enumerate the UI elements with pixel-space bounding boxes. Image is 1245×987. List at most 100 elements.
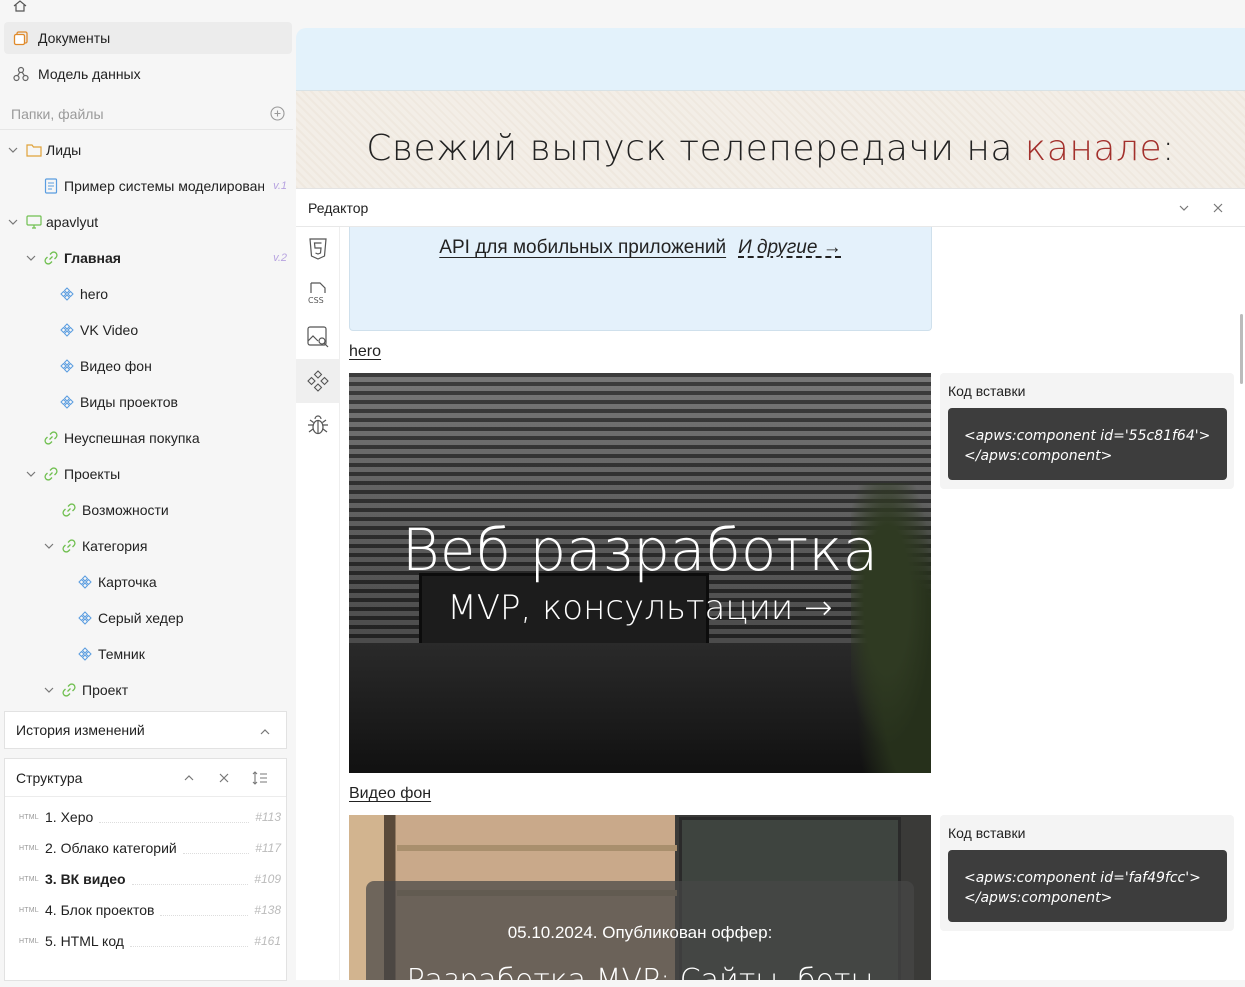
tree-component-hero[interactable]: hero	[60, 277, 108, 311]
tree-page-main[interactable]: Главная	[26, 241, 121, 275]
structure-row-label: 4. Блок проектов	[45, 902, 155, 918]
structure-row-id: #113	[255, 810, 281, 824]
chevron-down-icon[interactable]	[26, 252, 38, 264]
structure-title: Структура	[16, 769, 83, 786]
structure-row-id: #109	[254, 872, 281, 886]
video-bg-component-preview[interactable]: 05.10.2024. Опубликован оффер: Разработк…	[349, 815, 931, 980]
sort-icon[interactable]	[252, 771, 268, 785]
chevron-down-icon[interactable]	[26, 468, 38, 480]
component-title-hero[interactable]: hero	[349, 343, 381, 361]
headline-main: Свежий выпуск телепередачи на	[366, 128, 1025, 169]
tree-component-card[interactable]: Карточка	[78, 565, 157, 599]
tree-doc-example[interactable]: Пример системы моделирования	[44, 169, 288, 203]
chevron-down-icon[interactable]	[8, 144, 20, 156]
embed-code-snippet[interactable]: <apws:component id='55c81f64'></apws:com…	[948, 408, 1227, 480]
nav-documents[interactable]: Документы	[4, 22, 292, 54]
component-icon	[78, 574, 94, 590]
tree-page-failed-purchase[interactable]: Неуспешная покупка	[44, 421, 200, 455]
link-mobile-api[interactable]: API для мобильных приложений	[439, 237, 726, 258]
link-icon	[44, 250, 60, 266]
chevron-down-icon[interactable]	[8, 216, 20, 228]
html5-icon	[309, 238, 327, 260]
debug-tool-button[interactable]	[296, 403, 340, 447]
version-badge: v.1	[273, 180, 287, 192]
preview-headline: Свежий выпуск телепередачи на канале:	[296, 128, 1245, 169]
sidebar: Документы Модель данных Папки, файлы Лид…	[0, 0, 293, 987]
link-icon	[44, 430, 60, 446]
structure-row[interactable]: HTML 5. HTML код #161	[19, 926, 281, 956]
tree-site-apavlyut[interactable]: apavlyut	[8, 205, 98, 239]
tree-label: Серый хедер	[98, 610, 184, 626]
tree-label: Виды проектов	[80, 394, 178, 410]
component-icon	[78, 610, 94, 626]
tree-page-category[interactable]: Категория	[44, 529, 147, 563]
chevron-up-icon[interactable]	[258, 725, 272, 739]
hero-component-preview[interactable]: Веб разработка MVP, консультации →	[349, 373, 931, 773]
editor-title: Редактор	[308, 199, 369, 216]
structure-row[interactable]: HTML 3. ВК видео #109	[19, 864, 281, 894]
tree-component-temnik[interactable]: Темник	[78, 637, 145, 671]
nav-data-model[interactable]: Модель данных	[4, 58, 292, 90]
version-badge: v.2	[273, 252, 287, 264]
close-icon[interactable]	[217, 771, 231, 785]
structure-row[interactable]: HTML 4. Блок проектов #138	[19, 895, 281, 925]
html-tool-button[interactable]	[296, 227, 340, 271]
search-input[interactable]: Папки, файлы	[0, 98, 293, 130]
chevron-up-icon[interactable]	[182, 771, 196, 785]
headline-end: :	[1162, 128, 1175, 169]
component-icon	[60, 322, 76, 338]
documents-icon	[12, 29, 30, 47]
tree-label: hero	[80, 286, 109, 302]
video-date-line: 05.10.2024. Опубликован оффер:	[507, 923, 773, 942]
row-leader	[131, 873, 249, 885]
component-title-video-bg[interactable]: Видео фон	[349, 785, 431, 803]
chevron-down-icon[interactable]	[1177, 201, 1191, 215]
html-tag: HTML	[19, 875, 39, 883]
tree-page-projects[interactable]: Проекты	[26, 457, 120, 491]
add-icon[interactable]	[270, 106, 285, 121]
hero-subheading[interactable]: MVP, консультации →	[349, 588, 931, 628]
tree-label: Проекты	[64, 466, 121, 482]
history-title: История изменений	[16, 722, 145, 738]
structure-row[interactable]: HTML 1. Херо #113	[19, 802, 281, 832]
monitor-icon	[26, 214, 42, 230]
hero-photo-desk	[349, 643, 931, 773]
embed-code-card: Код вставки <apws:component id='faf49fcc…	[940, 815, 1234, 931]
component-icon	[78, 646, 94, 662]
editor-scrollbar[interactable]	[1240, 314, 1243, 384]
svg-text:CSS: CSS	[308, 296, 324, 305]
structure-panel-header[interactable]: Структура	[5, 759, 286, 797]
components-tool-button[interactable]	[296, 359, 340, 403]
link-icon	[62, 538, 78, 554]
history-panel-header[interactable]: История изменений	[4, 711, 287, 749]
css-tool-button[interactable]: CSS	[296, 271, 340, 315]
close-icon[interactable]	[1211, 201, 1225, 215]
tree-component-vk-video[interactable]: VK Video	[60, 313, 138, 347]
editor-content: API для мобильных приложений И другие → h…	[349, 227, 1237, 980]
link-icon	[44, 466, 60, 482]
tree-folder-leads[interactable]: Лиды	[8, 133, 81, 167]
home-icon[interactable]	[12, 0, 28, 12]
tree-label: Неуспешная покупка	[64, 430, 200, 446]
headline-accent: канале	[1024, 128, 1163, 169]
tree-page-features[interactable]: Возможности	[62, 493, 169, 527]
embed-code-snippet[interactable]: <apws:component id='faf49fcc'></apws:com…	[948, 850, 1227, 922]
link-others[interactable]: И другие →	[738, 237, 842, 258]
tree-label: Категория	[82, 538, 148, 554]
tree-component-video-bg[interactable]: Видео фон	[60, 349, 152, 383]
chevron-down-icon[interactable]	[44, 540, 56, 552]
structure-row-id: #138	[254, 903, 281, 917]
tree-page-project[interactable]: Проект	[44, 673, 128, 707]
structure-row[interactable]: HTML 2. Облако категорий #117	[19, 833, 281, 863]
link-icon	[62, 502, 78, 518]
tree-component-project-types[interactable]: Виды проектов	[60, 385, 178, 419]
row-leader	[160, 904, 249, 916]
image-search-icon	[307, 326, 329, 348]
media-tool-button[interactable]	[296, 315, 340, 359]
html-tag: HTML	[19, 906, 39, 914]
tree-component-gray-header[interactable]: Серый хедер	[78, 601, 184, 635]
editor-toolbar: CSS	[296, 227, 340, 980]
html-tag: HTML	[19, 813, 39, 821]
chevron-down-icon[interactable]	[44, 684, 56, 696]
tree-label: Лиды	[46, 142, 82, 158]
